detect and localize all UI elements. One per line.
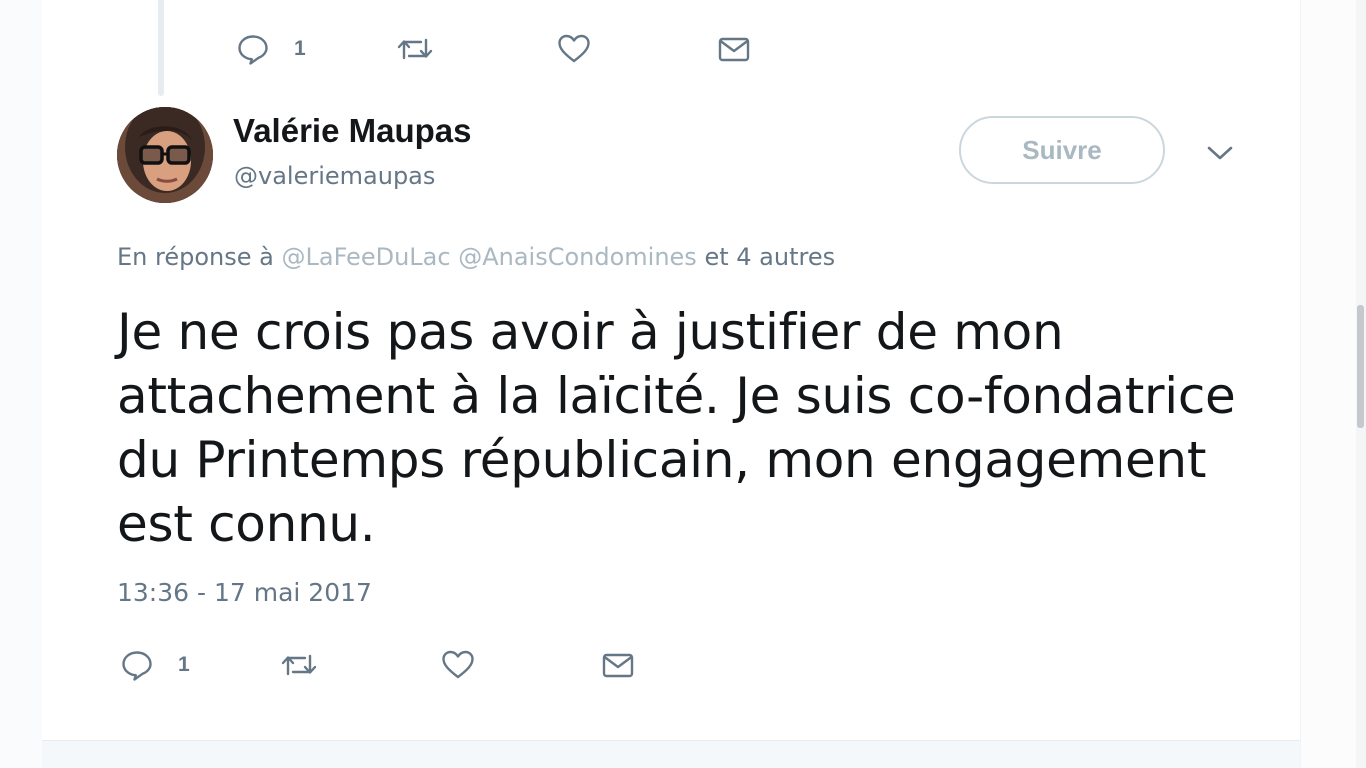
heart-icon (440, 648, 476, 682)
reply-context-others[interactable]: et 4 autres (704, 243, 835, 271)
previous-tweet-dm-button[interactable] (716, 29, 752, 69)
mention-link[interactable]: @AnaisCondomines (458, 243, 697, 271)
like-button[interactable] (440, 645, 476, 685)
previous-tweet-action-bar: 1 (236, 29, 796, 69)
previous-tweet-like-button[interactable] (556, 29, 592, 69)
reply-context: En réponse à @LaFeeDuLac @AnaisCondomine… (117, 243, 835, 271)
reply-bubble-icon (236, 32, 270, 66)
left-gutter (0, 0, 42, 768)
envelope-icon (600, 648, 636, 682)
scrollbar-thumb[interactable] (1357, 305, 1364, 428)
follow-button[interactable]: Suivre (959, 116, 1165, 184)
retweet-icon (396, 32, 434, 66)
tweet-options-caret[interactable] (1200, 138, 1240, 172)
retweet-button[interactable] (280, 645, 318, 685)
reply-context-prefix: En réponse à (117, 243, 274, 271)
reply-bubble-icon (120, 648, 154, 682)
heart-icon (556, 32, 592, 66)
reply-count: 1 (178, 653, 190, 676)
tweet-timestamp[interactable]: 13:36 - 17 mai 2017 (117, 578, 372, 607)
avatar[interactable] (117, 107, 213, 203)
replies-section-divider (42, 740, 1300, 768)
thread-connector-line (158, 0, 164, 96)
avatar-photo (117, 107, 213, 203)
tweet-text: Je ne crois pas avoir à justifier de mon… (117, 303, 1236, 553)
mention-link[interactable]: @LaFeeDuLac (281, 243, 450, 271)
author-handle[interactable]: @valeriemaupas (234, 162, 435, 190)
previous-tweet-reply-count: 1 (294, 37, 306, 60)
chevron-down-icon (1207, 145, 1233, 165)
retweet-icon (280, 648, 318, 682)
author-display-name[interactable]: Valérie Maupas (233, 112, 471, 150)
tweet-action-bar: 1 (120, 645, 680, 685)
previous-tweet-retweet-button[interactable] (396, 29, 434, 69)
reply-button[interactable]: 1 (120, 645, 190, 685)
tweet-page: 1 Valérie Maupas @valeriemaupas Suivre E… (0, 0, 1366, 768)
direct-message-button[interactable] (600, 645, 636, 685)
right-gutter (1300, 0, 1357, 768)
previous-tweet-reply-button[interactable]: 1 (236, 29, 306, 69)
envelope-icon (716, 32, 752, 66)
